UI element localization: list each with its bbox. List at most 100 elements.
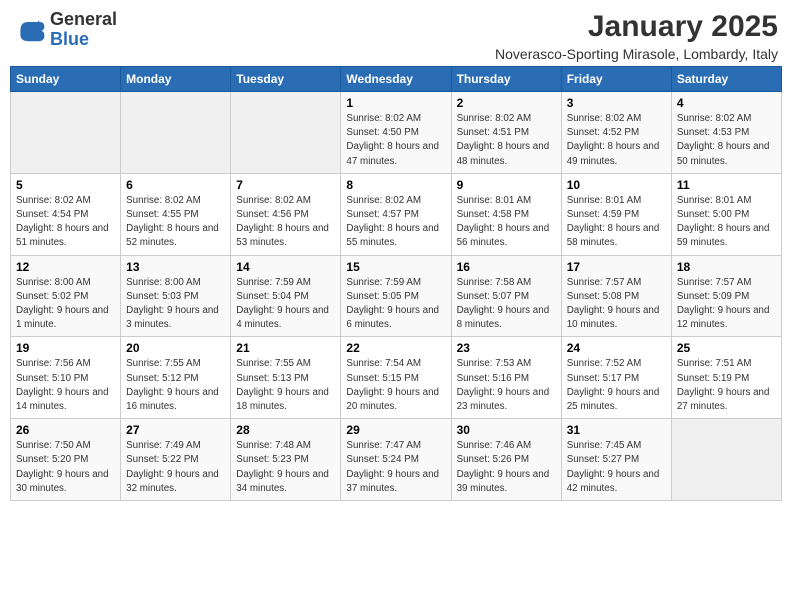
day-info: Sunrise: 8:02 AMSunset: 4:56 PMDaylight:…: [236, 194, 335, 251]
day-info: Sunrise: 7:57 AMSunset: 5:09 PMDaylight:…: [677, 276, 776, 333]
calendar-day-cell: 1Sunrise: 8:02 AMSunset: 4:50 PMDaylight…: [341, 92, 451, 174]
calendar-day-cell: 14 Sunrise: 7:59 AMSunset: 5:04 PMDayligh…: [231, 255, 341, 337]
day-number: 23: [457, 341, 556, 355]
day-info: Sunrise: 7:55 AMSunset: 5:13 PMDaylight:…: [236, 357, 335, 414]
calendar-week-row: 19 Sunrise: 7:56 AMSunset: 5:10 PMDayligh…: [11, 337, 782, 419]
calendar-day-cell: [231, 92, 341, 174]
day-info: Sunrise: 8:02 AMSunset: 4:55 PMDaylight:…: [126, 194, 225, 251]
calendar-day-cell: 23 Sunrise: 7:53 AMSunset: 5:16 PMDayligh…: [451, 337, 561, 419]
calendar-day-cell: 2 Sunrise: 8:02 AMSunset: 4:51 PMDaylight…: [451, 92, 561, 174]
day-info: Sunrise: 7:58 AMSunset: 5:07 PMDaylight:…: [457, 276, 556, 333]
day-number: 20: [126, 341, 225, 355]
calendar-day-cell: 25 Sunrise: 7:51 AMSunset: 5:19 PMDayligh…: [671, 337, 781, 419]
day-info: Sunrise: 8:02 AMSunset: 4:51 PMDaylight:…: [457, 112, 556, 169]
day-number: 27: [126, 423, 225, 437]
calendar-day-cell: 21 Sunrise: 7:55 AMSunset: 5:13 PMDayligh…: [231, 337, 341, 419]
calendar-day-cell: 19 Sunrise: 7:56 AMSunset: 5:10 PMDayligh…: [11, 337, 121, 419]
day-number: 31: [567, 423, 666, 437]
calendar-day-cell: 9 Sunrise: 8:01 AMSunset: 4:58 PMDaylight…: [451, 173, 561, 255]
day-info: Sunrise: 8:01 AMSunset: 5:00 PMDaylight:…: [677, 194, 776, 251]
day-info: Sunrise: 8:02 AMSunset: 4:52 PMDaylight:…: [567, 112, 666, 169]
calendar-day-cell: 6Sunrise: 8:02 AMSunset: 4:55 PMDaylight…: [121, 173, 231, 255]
day-number: 4: [677, 96, 776, 110]
calendar-day-cell: [121, 92, 231, 174]
day-info: Sunrise: 7:56 AMSunset: 5:10 PMDaylight:…: [16, 357, 115, 414]
calendar-day-cell: 8Sunrise: 8:02 AMSunset: 4:57 PMDaylight…: [341, 173, 451, 255]
day-info: Sunrise: 8:01 AMSunset: 4:59 PMDaylight:…: [567, 194, 666, 251]
day-info: Sunrise: 7:48 AMSunset: 5:23 PMDaylight:…: [236, 439, 335, 496]
day-number: 17: [567, 260, 666, 274]
location-title: Noverasco-Sporting Mirasole, Lombardy, I…: [495, 46, 778, 62]
day-number: 5: [16, 178, 115, 192]
day-number: 2: [457, 96, 556, 110]
calendar-body: 1Sunrise: 8:02 AMSunset: 4:50 PMDaylight…: [11, 92, 782, 501]
day-info: Sunrise: 7:51 AMSunset: 5:19 PMDaylight:…: [677, 357, 776, 414]
calendar-week-row: 26 Sunrise: 7:50 AMSunset: 5:20 PMDayligh…: [11, 419, 782, 501]
day-info: Sunrise: 7:53 AMSunset: 5:16 PMDaylight:…: [457, 357, 556, 414]
calendar-day-cell: 15 Sunrise: 7:59 AMSunset: 5:05 PMDayligh…: [341, 255, 451, 337]
logo-text: General Blue: [50, 10, 117, 50]
day-number: 24: [567, 341, 666, 355]
calendar-day-cell: 4 Sunrise: 8:02 AMSunset: 4:53 PMDaylight…: [671, 92, 781, 174]
day-info: Sunrise: 7:52 AMSunset: 5:17 PMDaylight:…: [567, 357, 666, 414]
title-block: January 2025 Noverasco-Sporting Mirasole…: [495, 10, 778, 62]
calendar-day-cell: 11 Sunrise: 8:01 AMSunset: 5:00 PMDayligh…: [671, 173, 781, 255]
calendar-day-cell: 18Sunrise: 7:57 AMSunset: 5:09 PMDayligh…: [671, 255, 781, 337]
calendar-day-cell: 16 Sunrise: 7:58 AMSunset: 5:07 PMDayligh…: [451, 255, 561, 337]
calendar-day-cell: 26 Sunrise: 7:50 AMSunset: 5:20 PMDayligh…: [11, 419, 121, 501]
day-info: Sunrise: 8:00 AMSunset: 5:03 PMDaylight:…: [126, 276, 225, 333]
calendar-day-cell: 20 Sunrise: 7:55 AMSunset: 5:12 PMDayligh…: [121, 337, 231, 419]
calendar-day-cell: 27 Sunrise: 7:49 AMSunset: 5:22 PMDayligh…: [121, 419, 231, 501]
weekday-header-friday: Friday: [561, 67, 671, 92]
day-number: 19: [16, 341, 115, 355]
page-header: General Blue January 2025 Noverasco-Spor…: [10, 10, 782, 62]
day-info: Sunrise: 7:49 AMSunset: 5:22 PMDaylight:…: [126, 439, 225, 496]
calendar-day-cell: 10 Sunrise: 8:01 AMSunset: 4:59 PMDayligh…: [561, 173, 671, 255]
weekday-header-thursday: Thursday: [451, 67, 561, 92]
calendar-day-cell: [11, 92, 121, 174]
day-number: 12: [16, 260, 115, 274]
day-number: 21: [236, 341, 335, 355]
day-number: 13: [126, 260, 225, 274]
day-info: Sunrise: 7:59 AMSunset: 5:04 PMDaylight:…: [236, 276, 335, 333]
day-number: 30: [457, 423, 556, 437]
day-info: Sunrise: 8:01 AMSunset: 4:58 PMDaylight:…: [457, 194, 556, 251]
day-info: Sunrise: 7:59 AMSunset: 5:05 PMDaylight:…: [346, 276, 445, 333]
day-info: Sunrise: 7:54 AMSunset: 5:15 PMDaylight:…: [346, 357, 445, 414]
day-info: Sunrise: 8:00 AMSunset: 5:02 PMDaylight:…: [16, 276, 115, 333]
day-number: 14: [236, 260, 335, 274]
day-number: 16: [457, 260, 556, 274]
calendar-day-cell: 13 Sunrise: 8:00 AMSunset: 5:03 PMDayligh…: [121, 255, 231, 337]
weekday-header-monday: Monday: [121, 67, 231, 92]
calendar-day-cell: 7Sunrise: 8:02 AMSunset: 4:56 PMDaylight…: [231, 173, 341, 255]
weekday-header-tuesday: Tuesday: [231, 67, 341, 92]
day-info: Sunrise: 7:47 AMSunset: 5:24 PMDaylight:…: [346, 439, 445, 496]
calendar-header: SundayMondayTuesdayWednesdayThursdayFrid…: [11, 67, 782, 92]
calendar-day-cell: 28Sunrise: 7:48 AMSunset: 5:23 PMDayligh…: [231, 419, 341, 501]
day-number: 11: [677, 178, 776, 192]
logo-blue-text: Blue: [50, 30, 117, 50]
calendar-day-cell: 31Sunrise: 7:45 AMSunset: 5:27 PMDayligh…: [561, 419, 671, 501]
weekday-header-wednesday: Wednesday: [341, 67, 451, 92]
day-number: 9: [457, 178, 556, 192]
day-number: 15: [346, 260, 445, 274]
calendar-day-cell: 22Sunrise: 7:54 AMSunset: 5:15 PMDayligh…: [341, 337, 451, 419]
day-number: 26: [16, 423, 115, 437]
weekday-header-row: SundayMondayTuesdayWednesdayThursdayFrid…: [11, 67, 782, 92]
day-info: Sunrise: 7:55 AMSunset: 5:12 PMDaylight:…: [126, 357, 225, 414]
calendar-day-cell: 12 Sunrise: 8:00 AMSunset: 5:02 PMDayligh…: [11, 255, 121, 337]
calendar-day-cell: 17Sunrise: 7:57 AMSunset: 5:08 PMDayligh…: [561, 255, 671, 337]
day-info: Sunrise: 7:50 AMSunset: 5:20 PMDaylight:…: [16, 439, 115, 496]
day-number: 10: [567, 178, 666, 192]
logo-general-text: General: [50, 10, 117, 30]
day-number: 25: [677, 341, 776, 355]
day-info: Sunrise: 8:02 AMSunset: 4:53 PMDaylight:…: [677, 112, 776, 169]
logo-icon: [14, 14, 46, 46]
day-number: 1: [346, 96, 445, 110]
calendar-day-cell: 5Sunrise: 8:02 AMSunset: 4:54 PMDaylight…: [11, 173, 121, 255]
day-number: 29: [346, 423, 445, 437]
weekday-header-sunday: Sunday: [11, 67, 121, 92]
calendar-day-cell: 3Sunrise: 8:02 AMSunset: 4:52 PMDaylight…: [561, 92, 671, 174]
calendar-table: SundayMondayTuesdayWednesdayThursdayFrid…: [10, 66, 782, 501]
calendar-week-row: 1Sunrise: 8:02 AMSunset: 4:50 PMDaylight…: [11, 92, 782, 174]
